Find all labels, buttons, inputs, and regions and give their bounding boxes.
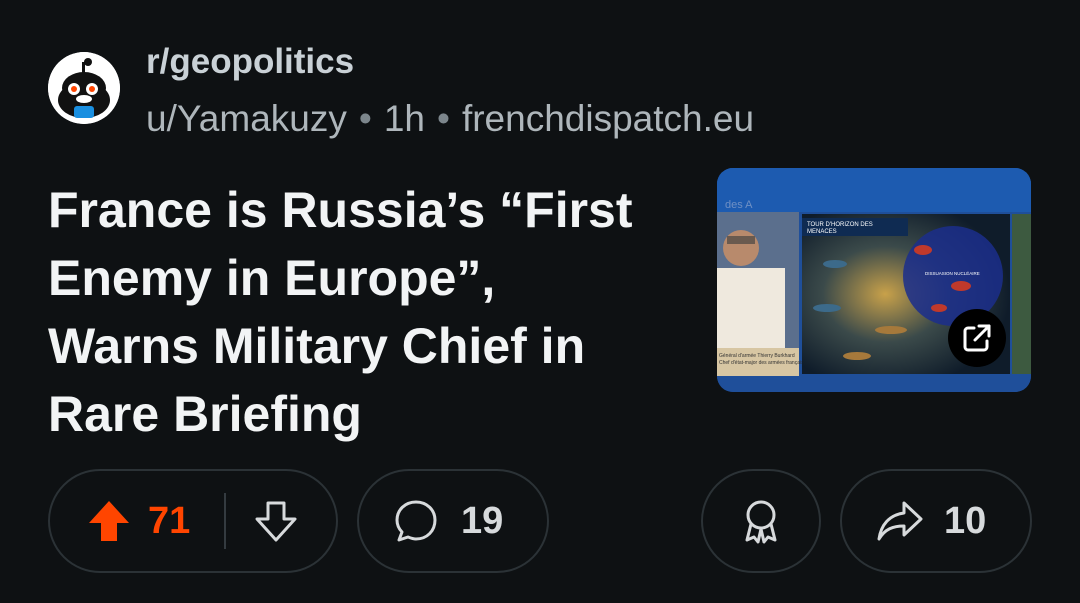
downvote-arrow-icon	[255, 501, 297, 542]
post-meta: u/Yamakuzy • 1h • frenchdispatch.eu	[146, 96, 754, 142]
caption-line1: Général d'armée Thierry Burkhard	[719, 353, 795, 359]
meta-separator: •	[358, 98, 372, 139]
upvote-arrow-icon	[89, 501, 129, 541]
subreddit-name[interactable]: r/geopolitics	[146, 40, 354, 84]
post-domain[interactable]: frenchdispatch.eu	[462, 98, 754, 139]
caption-line2: Chef d'état-major des armées françaises	[719, 360, 809, 366]
vote-control: 71	[48, 469, 338, 573]
downvote-button[interactable]	[254, 499, 298, 543]
share-arrow-icon	[877, 501, 923, 541]
post-age: 1h	[383, 98, 425, 139]
upvote-count: 71	[148, 500, 191, 542]
open-external-button[interactable]	[948, 309, 1006, 367]
reddit-snoo-icon	[48, 52, 120, 124]
link-thumbnail[interactable]: des A Général d'armée Thierry Burkhard C…	[717, 168, 1031, 392]
external-link-icon	[963, 324, 991, 352]
slide-title-line2: MENACES	[807, 229, 837, 235]
comment-count: 19	[461, 500, 504, 542]
award-ribbon-icon	[745, 500, 777, 544]
map-label: DISSUASION NUCLÉAIRE	[925, 270, 980, 276]
post-title[interactable]: France is Russia’s “First Enemy in Europ…	[48, 176, 658, 448]
share-count: 10	[944, 500, 987, 542]
share-button[interactable]: 10	[840, 469, 1032, 573]
banner-text: des A	[725, 199, 753, 211]
subreddit-avatar[interactable]	[48, 52, 120, 124]
vote-divider	[224, 493, 227, 549]
comments-button[interactable]: 19	[357, 469, 549, 573]
award-button[interactable]	[701, 469, 821, 573]
comment-bubble-icon	[395, 500, 437, 542]
upvote-button[interactable]	[86, 498, 132, 544]
meta-separator: •	[436, 98, 450, 139]
slide-title-line1: TOUR D'HORIZON DES	[807, 222, 873, 228]
author-link[interactable]: u/Yamakuzy	[146, 98, 347, 139]
